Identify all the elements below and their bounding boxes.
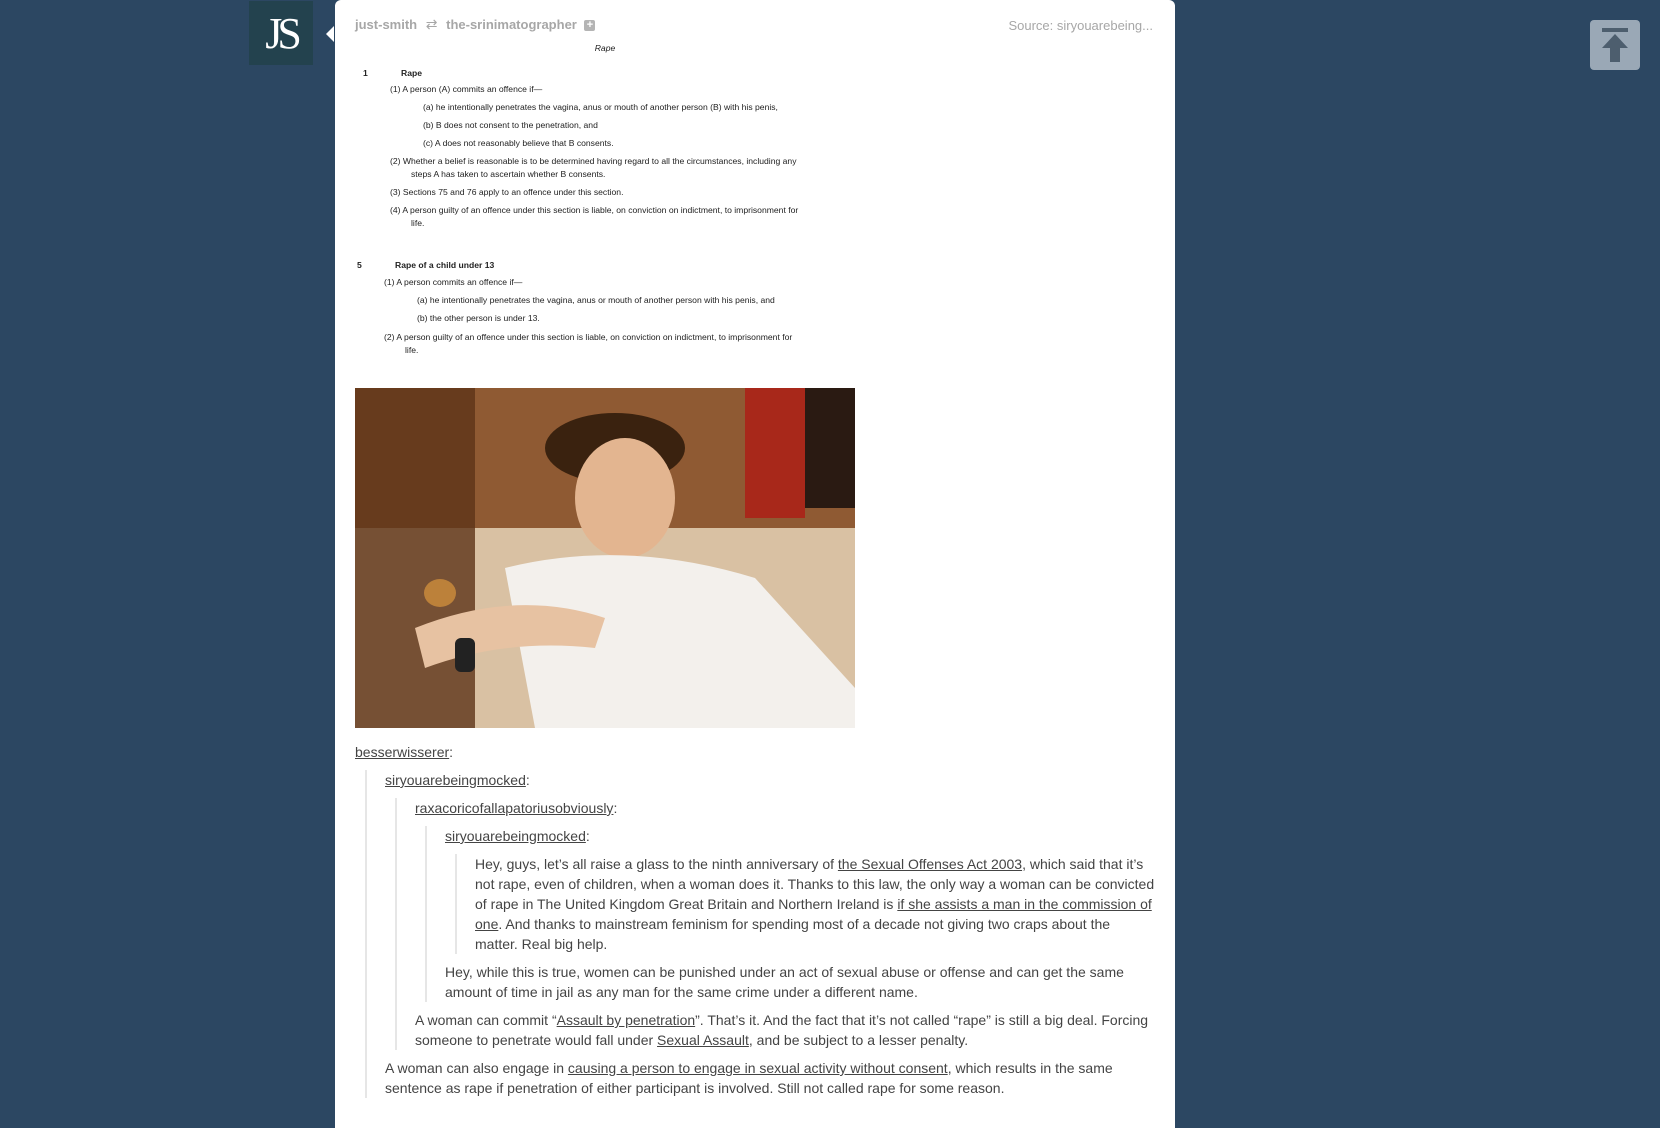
reply-text: A woman can commit “Assault by penetrati…: [415, 1012, 1149, 1048]
doc-line: (c) A does not reasonably believe that B…: [423, 138, 614, 148]
username-link[interactable]: raxacoricofallapatoriusobviously: [415, 800, 613, 816]
original-post-text: Hey, guys, let’s all raise a glass to th…: [475, 856, 1155, 952]
sexual-assault-link[interactable]: Sexual Assault: [657, 1032, 749, 1048]
reply-text: Hey, while this is true, women can be pu…: [445, 964, 1124, 1000]
blockquote-level-1: siryouarebeingmocked: raxacoricofallapat…: [365, 770, 1155, 1098]
post-card: just-smith ⇄ the-srinimatographer + Sour…: [335, 0, 1175, 1128]
scroll-to-top-button[interactable]: [1590, 20, 1640, 70]
sexual-offenses-act-link[interactable]: the Sexual Offenses Act 2003: [838, 856, 1022, 872]
source-link[interactable]: Source: siryouarebeing...: [1008, 18, 1153, 33]
doc-line: (b) B does not consent to the penetratio…: [423, 120, 598, 130]
man-at-bar-photo: [355, 388, 855, 728]
assault-by-penetration-link[interactable]: Assault by penetration: [557, 1012, 696, 1028]
blockquote-level-2: raxacoricofallapatoriusobviously: siryou…: [395, 798, 1155, 1050]
username-link[interactable]: siryouarebeingmocked: [385, 772, 526, 788]
avatar-initials: JS: [265, 8, 302, 58]
post-photo[interactable]: [355, 388, 855, 728]
post-header: just-smith ⇄ the-srinimatographer + Sour…: [355, 16, 1155, 36]
username-link[interactable]: besserwisserer: [355, 744, 449, 760]
doc-line: steps A has taken to ascertain whether B…: [411, 169, 606, 179]
blockquote-level-4: Hey, guys, let’s all raise a glass to th…: [455, 854, 1155, 954]
doc-section-heading: Rape of a child under 13: [395, 260, 495, 270]
reply-text: A woman can also engage in causing a per…: [385, 1060, 1113, 1096]
causing-person-link[interactable]: causing a person to engage in sexual act…: [568, 1060, 948, 1076]
arrow-up-icon: [1602, 28, 1628, 62]
follow-plus-icon[interactable]: +: [584, 20, 596, 31]
doc-line: (b) the other person is under 13.: [417, 313, 540, 323]
doc-line: (2) Whether a belief is reasonable is to…: [390, 156, 797, 166]
doc-section-number: 1: [363, 68, 368, 78]
doc-line: (a) he intentionally penetrates the vagi…: [423, 102, 778, 112]
document-title: Rape: [594, 43, 616, 53]
blog-name-link[interactable]: just-smith: [355, 17, 417, 32]
doc-line: (4) A person guilty of an offence under …: [390, 205, 799, 215]
doc-line: (2) A person guilty of an offence under …: [384, 332, 793, 342]
doc-line: life.: [411, 218, 425, 228]
doc-line: (1) A person (A) commits an offence if—: [390, 84, 543, 94]
doc-line: (3) Sections 75 and 76 apply to an offen…: [390, 187, 624, 197]
blog-avatar[interactable]: JS: [249, 1, 313, 65]
doc-section-number: 5: [357, 260, 362, 270]
reblog-thread: besserwisserer: siryouarebeingmocked: ra…: [355, 744, 1155, 1098]
avatar-pointer: [326, 26, 334, 42]
blockquote-level-3: siryouarebeingmocked: Hey, guys, let’s a…: [425, 826, 1155, 1002]
reblog-icon: ⇄: [425, 16, 438, 32]
username-link[interactable]: siryouarebeingmocked: [445, 828, 586, 844]
doc-line: (a) he intentionally penetrates the vagi…: [417, 295, 775, 305]
doc-line: (1) A person commits an offence if—: [384, 277, 523, 287]
doc-line: life.: [405, 345, 419, 355]
reblogged-from-link[interactable]: the-srinimatographer: [446, 17, 577, 32]
doc-section-heading: Rape: [401, 68, 423, 78]
